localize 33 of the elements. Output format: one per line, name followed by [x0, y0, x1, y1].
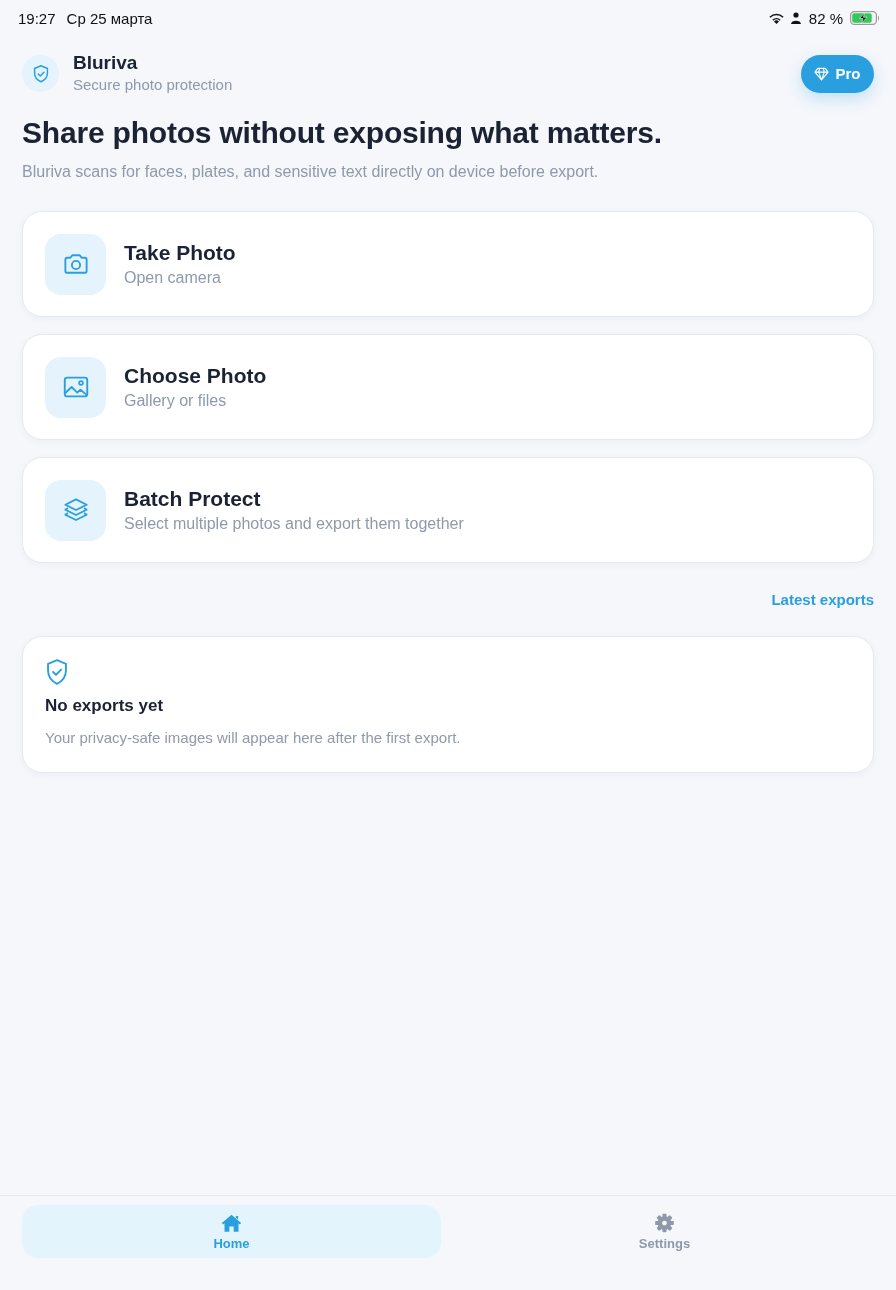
- latest-exports-link[interactable]: Latest exports: [771, 590, 874, 610]
- battery-percent: 82 %: [808, 9, 843, 27]
- person-icon: [790, 12, 801, 24]
- action-subtitle: Open camera: [124, 268, 222, 288]
- empty-state-text: Your privacy-safe images will appear here after the first export.: [45, 728, 461, 748]
- action-card[interactable]: Take Photo Open camera: [22, 211, 874, 317]
- action-title: Choose Photo: [124, 363, 267, 389]
- battery-icon: [850, 11, 880, 25]
- status-time: 19:27: [18, 9, 56, 27]
- action-title: Take Photo: [124, 240, 236, 266]
- action-card[interactable]: Choose Photo Gallery or files: [22, 334, 874, 440]
- tab-item[interactable]: Settings: [455, 1205, 874, 1258]
- action-title: Batch Protect: [124, 486, 262, 512]
- shield-icon: [22, 55, 59, 92]
- action-card[interactable]: Batch Protect Select multiple photos and export them together: [22, 457, 874, 563]
- home-icon: [221, 1212, 242, 1233]
- gear-icon: [654, 1212, 675, 1233]
- diamond-icon: [814, 66, 830, 81]
- layers-icon: [45, 479, 106, 541]
- action-subtitle: Gallery or files: [124, 391, 228, 411]
- image-icon: [45, 356, 106, 418]
- app-name: Bluriva: [73, 52, 139, 74]
- pro-button[interactable]: Pro: [801, 54, 874, 93]
- status-date: Ср 25 марта: [66, 9, 153, 27]
- headline-subtitle: Bluriva scans for faces, plates, and sensitive text directly on device before export.: [22, 162, 600, 182]
- wifi-icon: [767, 12, 785, 24]
- shield-icon: [45, 659, 69, 685]
- headline: Share photos without exposing what matters.: [22, 115, 663, 151]
- camera-icon: [45, 233, 106, 295]
- action-subtitle: Select multiple photos and export them together: [124, 514, 464, 534]
- app-tagline: Secure photo protection: [73, 75, 233, 95]
- tab-item[interactable]: Home: [22, 1205, 441, 1258]
- empty-state-title: No exports yet: [45, 695, 164, 717]
